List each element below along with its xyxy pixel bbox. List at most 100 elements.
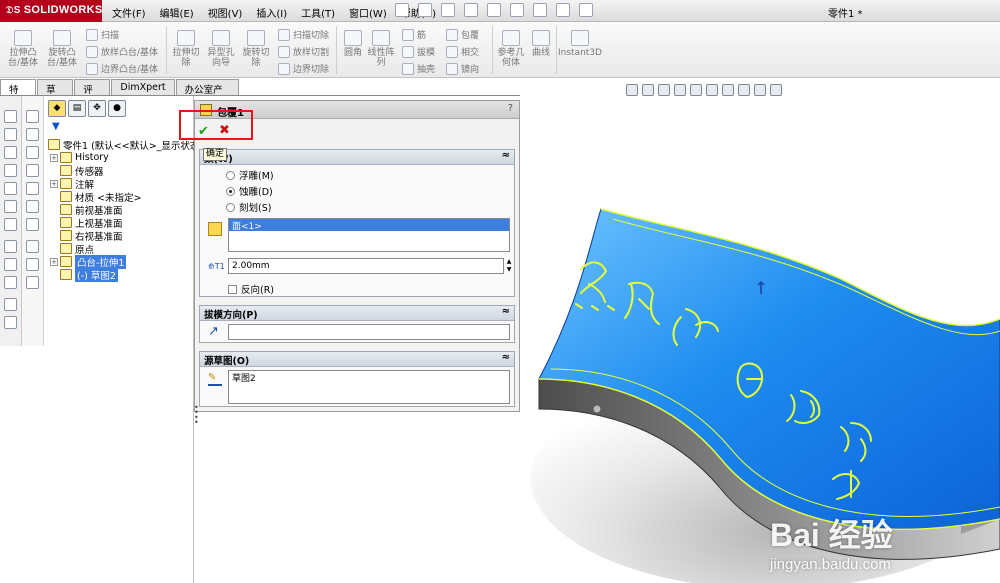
revolve-boss-button[interactable]: 旋转凸台/基体 <box>44 30 80 68</box>
shell-button[interactable]: 抽壳 <box>402 62 435 75</box>
grid-icon[interactable] <box>26 200 39 213</box>
filter-icon[interactable]: ▼ <box>52 121 60 132</box>
edit-appearance-icon[interactable] <box>738 84 750 96</box>
revolve-cut-button[interactable]: 旋转切除 <box>240 30 272 68</box>
solidworks-logo[interactable]: 𝔇S SOLIDWORKS <box>0 0 102 22</box>
box-icon[interactable] <box>4 182 17 195</box>
grid-icon[interactable] <box>26 258 39 271</box>
collapse-chevron-icon[interactable]: ≈ <box>502 150 510 161</box>
select-arrow-icon[interactable] <box>533 3 547 17</box>
view-settings-icon[interactable] <box>770 84 782 96</box>
tree-item-annotations[interactable]: + 注解 <box>50 177 94 191</box>
open-folder-icon[interactable] <box>441 3 455 17</box>
extrude-cut-button[interactable]: 拉伸切除 <box>170 30 202 68</box>
box-icon[interactable] <box>4 146 17 159</box>
extrude-boss-button[interactable]: 拉伸凸台/基体 <box>6 30 40 68</box>
spin-arrows-icon[interactable]: ▲ ▼ <box>505 258 513 274</box>
tree-root-part[interactable]: 零件1 (默认<<默认>_显示状态 <box>48 138 199 152</box>
section-view-icon[interactable] <box>674 84 686 96</box>
wrap-button[interactable]: 包覆 <box>446 28 479 41</box>
wrap-parameters-header[interactable]: 数(W)≈ <box>200 150 514 165</box>
graphics-area[interactable] <box>521 79 1000 583</box>
plane-icon[interactable] <box>4 276 17 289</box>
previous-view-icon[interactable] <box>658 84 670 96</box>
grid-icon[interactable] <box>26 240 39 253</box>
pin-icon[interactable] <box>395 3 409 17</box>
grid-icon[interactable] <box>26 128 39 141</box>
point-icon[interactable] <box>4 258 17 271</box>
display-manager-tab-icon[interactable]: ● <box>108 100 126 117</box>
face-selection-list[interactable]: 面<1> <box>228 218 510 252</box>
source-sketch-header[interactable]: 源草图(O) ≈ <box>200 352 514 367</box>
draft-button[interactable]: 拔模 <box>402 45 435 58</box>
menu-tools[interactable]: 工具(T) <box>301 5 335 20</box>
pull-direction-header[interactable]: 拔模方向(P) ≈ <box>200 306 514 321</box>
grid-icon[interactable] <box>26 164 39 177</box>
source-sketch-item[interactable]: 草图2 <box>229 371 509 384</box>
scribe-radio[interactable]: 刻划(S) <box>226 200 271 214</box>
tree-item-origin[interactable]: 原点 <box>60 242 94 256</box>
expand-icon[interactable]: + <box>50 179 58 188</box>
pull-direction-field[interactable] <box>228 324 510 340</box>
zoom-to-fit-icon[interactable] <box>626 84 638 96</box>
box-icon[interactable] <box>4 218 17 231</box>
property-manager-tab-icon[interactable]: ▤ <box>68 100 86 117</box>
apply-scene-icon[interactable] <box>754 84 766 96</box>
tree-item-front-plane[interactable]: 前视基准面 <box>60 203 123 217</box>
curves-button[interactable]: 曲线 <box>528 30 554 58</box>
copy-icon[interactable] <box>4 316 17 329</box>
menu-window[interactable]: 窗口(W) <box>349 5 387 20</box>
panel-resize-grip[interactable]: • • • • <box>194 404 199 427</box>
configuration-manager-tab-icon[interactable]: ✥ <box>88 100 106 117</box>
tab-sketch[interactable]: 草图 <box>37 79 74 110</box>
box-icon[interactable] <box>4 164 17 177</box>
display-style-icon[interactable] <box>706 84 718 96</box>
grid-icon[interactable] <box>26 276 39 289</box>
grid-icon[interactable] <box>26 218 39 231</box>
print-icon[interactable] <box>487 3 501 17</box>
save-icon[interactable] <box>464 3 478 17</box>
tree-item-material[interactable]: 材质 <未指定> <box>60 190 141 204</box>
tab-dimxpert[interactable]: DimXpert <box>111 79 175 95</box>
tab-office-products[interactable]: 办公室产品 <box>175 79 239 110</box>
feature-tree-tab-icon[interactable]: ◆ <box>48 100 66 117</box>
sweep-button[interactable]: 扫描 <box>86 28 119 41</box>
tree-item-right-plane[interactable]: 右视基准面 <box>60 229 123 243</box>
help-icon[interactable]: ? <box>508 103 513 114</box>
expand-icon[interactable]: + <box>50 257 58 266</box>
copy-icon[interactable] <box>4 298 17 311</box>
fillet-button[interactable]: 圆角 <box>340 30 366 58</box>
expand-icon[interactable]: + <box>50 153 58 162</box>
options-icon[interactable] <box>579 3 593 17</box>
source-sketch-list[interactable]: 草图2 <box>228 370 510 404</box>
thickness-spinbox[interactable]: 2.00mm ▲ ▼ <box>228 258 511 274</box>
view-orientation-icon[interactable] <box>690 84 702 96</box>
menu-edit[interactable]: 编辑(E) <box>160 5 194 20</box>
box-icon[interactable] <box>4 200 17 213</box>
tree-item-sensors[interactable]: 传感器 <box>60 164 104 178</box>
undo-icon[interactable] <box>510 3 524 17</box>
box-icon[interactable] <box>4 128 17 141</box>
menu-view[interactable]: 视图(V) <box>208 5 243 20</box>
zoom-area-icon[interactable] <box>642 84 654 96</box>
face-selection-item[interactable]: 面<1> <box>229 219 509 232</box>
boundary-cut-button[interactable]: 边界切除 <box>278 62 329 75</box>
sweep-cut-button[interactable]: 扫描切除 <box>278 28 329 41</box>
menu-file[interactable]: 文件(F) <box>112 5 146 20</box>
loft-cut-button[interactable]: 放样切割 <box>278 45 329 58</box>
grid-icon[interactable] <box>26 182 39 195</box>
emboss-radio[interactable]: 浮雕(M) <box>226 168 274 182</box>
tree-item-sketch2[interactable]: (-) 草图2 <box>60 267 118 282</box>
boundary-boss-button[interactable]: 边界凸台/基体 <box>86 62 158 75</box>
hide-show-icon[interactable] <box>722 84 734 96</box>
tab-features[interactable]: 特征 <box>0 79 37 110</box>
tab-evaluate[interactable]: 评估 <box>74 79 111 110</box>
tree-item-top-plane[interactable]: 上视基准面 <box>60 216 123 230</box>
loft-boss-button[interactable]: 放样凸台/基体 <box>86 45 158 58</box>
grid-icon[interactable] <box>26 146 39 159</box>
rebuild-icon[interactable] <box>556 3 570 17</box>
deboss-radio[interactable]: 蚀雕(D) <box>226 184 273 198</box>
new-document-icon[interactable] <box>418 3 432 17</box>
hole-wizard-button[interactable]: 异型孔向导 <box>204 30 238 68</box>
mirror-button[interactable]: 镜向 <box>446 62 479 75</box>
